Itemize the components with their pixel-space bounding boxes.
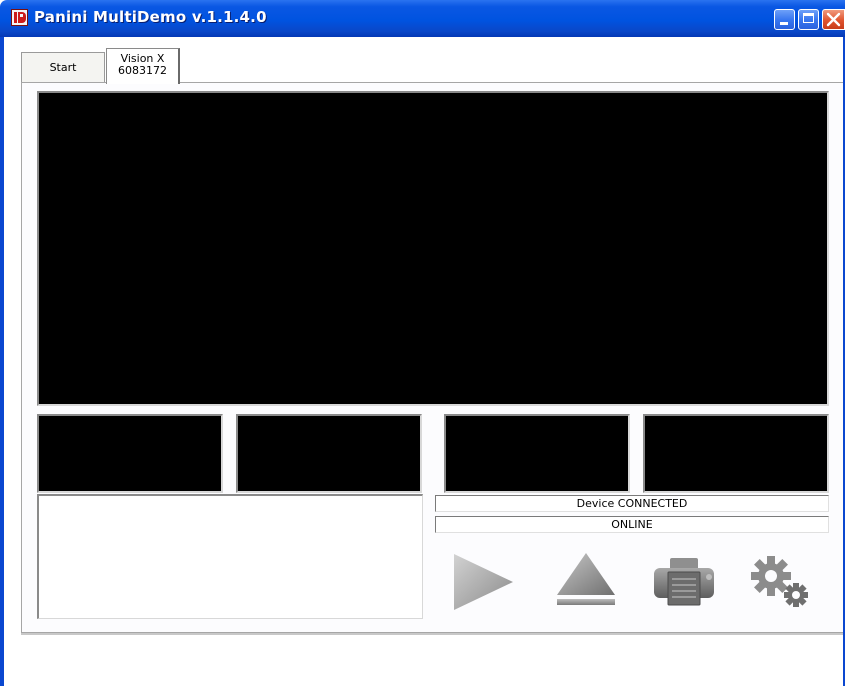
thumbnail-view-2 xyxy=(236,414,422,493)
maximize-icon xyxy=(803,13,814,23)
tab-device-vision-x[interactable]: Vision X 6083172 xyxy=(106,48,180,84)
printer-icon xyxy=(654,558,714,606)
minimize-icon xyxy=(780,22,788,25)
eject-button[interactable] xyxy=(551,548,621,614)
close-icon xyxy=(826,12,841,27)
device-status-field: Device CONNECTED xyxy=(435,495,829,512)
window-title: Panini MultiDemo v.1.1.4.0 xyxy=(34,8,267,26)
play-icon xyxy=(454,554,513,610)
tab-device-serial: 6083172 xyxy=(118,64,167,77)
eject-icon xyxy=(557,553,615,605)
print-button[interactable] xyxy=(648,548,718,614)
main-image-view xyxy=(37,91,829,406)
log-textbox[interactable] xyxy=(37,494,423,619)
online-status-field: ONLINE xyxy=(435,516,829,533)
thumbnail-view-1 xyxy=(37,414,223,493)
thumbnail-view-3 xyxy=(444,414,630,493)
tab-start[interactable]: Start xyxy=(21,52,105,82)
app-logo-icon[interactable] xyxy=(11,9,28,26)
settings-gears-icon xyxy=(751,556,808,607)
close-button[interactable] xyxy=(822,9,845,30)
minimize-button[interactable] xyxy=(774,9,795,30)
maximize-button[interactable] xyxy=(798,9,819,30)
thumbnail-view-4 xyxy=(643,414,829,493)
settings-button[interactable] xyxy=(745,548,815,614)
title-bar[interactable]: Panini MultiDemo v.1.1.4.0 xyxy=(0,0,845,37)
start-button[interactable] xyxy=(449,548,519,614)
